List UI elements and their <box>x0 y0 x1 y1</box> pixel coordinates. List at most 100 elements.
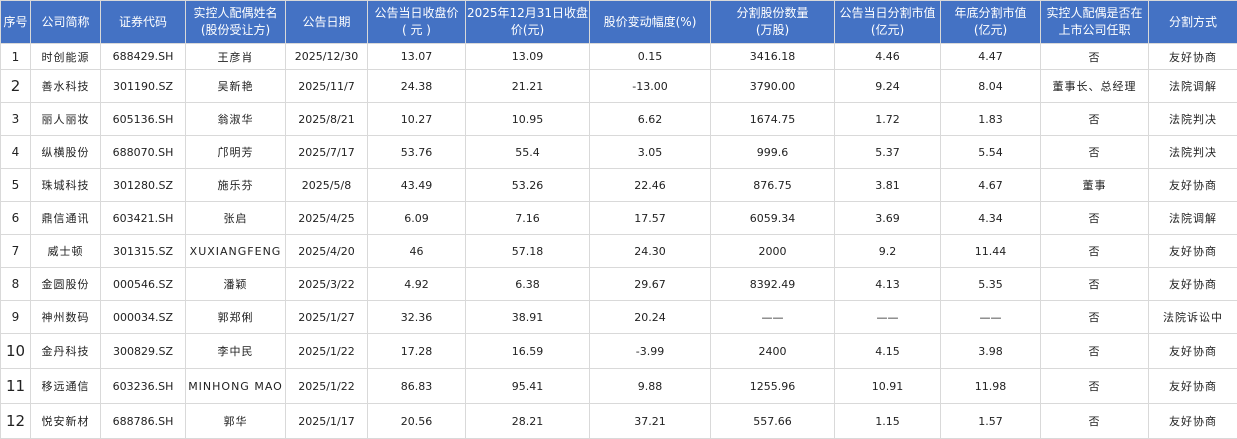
cell-split-method: 法院判决 <box>1149 103 1237 136</box>
cell-company-name: 金丹科技 <box>31 334 101 369</box>
cell-spouse-name: 李中民 <box>186 334 286 369</box>
header-spouse-position: 实控人配偶是否在上市公司任职 <box>1041 1 1149 44</box>
cell-split-shares: 6059.34 <box>711 202 835 235</box>
header-row: 序号公司简称证券代码实控人配偶姓名(股份受让方)公告日期公告当日收盘价( 元 )… <box>1 1 1237 44</box>
cell-seq: 2 <box>1 70 31 103</box>
cell-split-value-year-end: 4.67 <box>941 169 1041 202</box>
cell-close-price-announcement: 10.27 <box>368 103 466 136</box>
header-security-code: 证券代码 <box>101 1 186 44</box>
table-row: 11移远通信603236.SHMINHONG MAO2025/1/2286.83… <box>1 369 1237 404</box>
table-row: 9神州数码000034.SZ郭郑俐2025/1/2732.3638.9120.2… <box>1 301 1237 334</box>
header-label: 公告当日分割市值 <box>835 5 940 22</box>
header-label: 分割方式 <box>1149 14 1237 31</box>
cell-split-value-announcement: 9.2 <box>835 235 941 268</box>
table-row: 8金圆股份000546.SZ潘颖2025/3/224.926.3829.6783… <box>1 268 1237 301</box>
cell-split-value-year-end: 1.83 <box>941 103 1041 136</box>
cell-split-value-announcement: 1.15 <box>835 404 941 439</box>
cell-split-value-year-end: 3.98 <box>941 334 1041 369</box>
cell-close-price-announcement: 24.38 <box>368 70 466 103</box>
cell-price-change-pct: 6.62 <box>590 103 711 136</box>
cell-announcement-date: 2025/11/7 <box>286 70 368 103</box>
cell-seq: 10 <box>1 334 31 369</box>
header-close-price-announcement: 公告当日收盘价( 元 ) <box>368 1 466 44</box>
cell-split-value-year-end: 11.98 <box>941 369 1041 404</box>
header-announcement-date: 公告日期 <box>286 1 368 44</box>
cell-price-change-pct: 17.57 <box>590 202 711 235</box>
cell-split-method: 友好协商 <box>1149 169 1237 202</box>
table-row: 7威士顿301315.SZXUXIANGFENG2025/4/204657.18… <box>1 235 1237 268</box>
cell-close-price-announcement: 53.76 <box>368 136 466 169</box>
cell-close-price-announcement: 6.09 <box>368 202 466 235</box>
cell-split-value-year-end: 4.47 <box>941 44 1041 70</box>
cell-company-name: 威士顿 <box>31 235 101 268</box>
cell-announcement-date: 2025/1/27 <box>286 301 368 334</box>
cell-security-code: 688070.SH <box>101 136 186 169</box>
cell-spouse-position: 否 <box>1041 202 1149 235</box>
header-label: 分割股份数量 <box>711 5 834 22</box>
cell-close-price-year-end: 6.38 <box>466 268 590 301</box>
cell-security-code: 000546.SZ <box>101 268 186 301</box>
cell-spouse-name: 吴新艳 <box>186 70 286 103</box>
header-label: 序号 <box>1 14 30 31</box>
cell-security-code: 605136.SH <box>101 103 186 136</box>
cell-security-code: 000034.SZ <box>101 301 186 334</box>
cell-split-method: 法院调解 <box>1149 70 1237 103</box>
cell-split-value-announcement: 4.46 <box>835 44 941 70</box>
header-label: 实控人配偶姓名 <box>186 5 285 22</box>
cell-announcement-date: 2025/12/30 <box>286 44 368 70</box>
cell-seq: 9 <box>1 301 31 334</box>
table-row: 3丽人丽妆605136.SH翁淑华2025/8/2110.2710.956.62… <box>1 103 1237 136</box>
cell-price-change-pct: 22.46 <box>590 169 711 202</box>
table-row: 1时创能源688429.SH王彦肖2025/12/3013.0713.090.1… <box>1 44 1237 70</box>
header-sublabel: (亿元) <box>941 22 1040 39</box>
cell-company-name: 鼎信通讯 <box>31 202 101 235</box>
header-company-name: 公司简称 <box>31 1 101 44</box>
cell-company-name: 移远通信 <box>31 369 101 404</box>
cell-split-value-announcement: 5.37 <box>835 136 941 169</box>
cell-spouse-position: 否 <box>1041 268 1149 301</box>
header-sublabel: (股份受让方) <box>186 22 285 39</box>
cell-seq: 11 <box>1 369 31 404</box>
cell-split-shares: 557.66 <box>711 404 835 439</box>
cell-split-shares: 876.75 <box>711 169 835 202</box>
cell-company-name: 丽人丽妆 <box>31 103 101 136</box>
cell-close-price-year-end: 13.09 <box>466 44 590 70</box>
cell-announcement-date: 2025/7/17 <box>286 136 368 169</box>
cell-close-price-year-end: 28.21 <box>466 404 590 439</box>
header-spouse-name: 实控人配偶姓名(股份受让方) <box>186 1 286 44</box>
cell-company-name: 善水科技 <box>31 70 101 103</box>
cell-split-value-year-end: 4.34 <box>941 202 1041 235</box>
cell-security-code: 301280.SZ <box>101 169 186 202</box>
cell-announcement-date: 2025/4/20 <box>286 235 368 268</box>
cell-price-change-pct: 24.30 <box>590 235 711 268</box>
cell-security-code: 300829.SZ <box>101 334 186 369</box>
cell-price-change-pct: -13.00 <box>590 70 711 103</box>
cell-split-value-year-end: 11.44 <box>941 235 1041 268</box>
cell-close-price-announcement: 32.36 <box>368 301 466 334</box>
header-label: 公告日期 <box>286 14 367 31</box>
header-seq: 序号 <box>1 1 31 44</box>
cell-announcement-date: 2025/1/17 <box>286 404 368 439</box>
cell-seq: 8 <box>1 268 31 301</box>
cell-security-code: 603236.SH <box>101 369 186 404</box>
cell-split-method: 友好协商 <box>1149 369 1237 404</box>
cell-split-value-announcement: 9.24 <box>835 70 941 103</box>
cell-split-shares: 2000 <box>711 235 835 268</box>
cell-split-value-announcement: 3.69 <box>835 202 941 235</box>
cell-spouse-position: 否 <box>1041 334 1149 369</box>
header-sublabel: (亿元) <box>835 22 940 39</box>
cell-price-change-pct: 37.21 <box>590 404 711 439</box>
cell-spouse-position: 董事长、总经理 <box>1041 70 1149 103</box>
header-label: 股价变动幅度(%) <box>590 14 710 31</box>
cell-close-price-year-end: 53.26 <box>466 169 590 202</box>
cell-close-price-year-end: 95.41 <box>466 369 590 404</box>
header-sublabel: (万股) <box>711 22 834 39</box>
cell-spouse-position: 否 <box>1041 301 1149 334</box>
cell-split-shares: 3416.18 <box>711 44 835 70</box>
cell-price-change-pct: -3.99 <box>590 334 711 369</box>
header-split-method: 分割方式 <box>1149 1 1237 44</box>
cell-spouse-name: 潘颖 <box>186 268 286 301</box>
cell-split-shares: —— <box>711 301 835 334</box>
cell-spouse-position: 否 <box>1041 103 1149 136</box>
cell-spouse-name: 郭华 <box>186 404 286 439</box>
